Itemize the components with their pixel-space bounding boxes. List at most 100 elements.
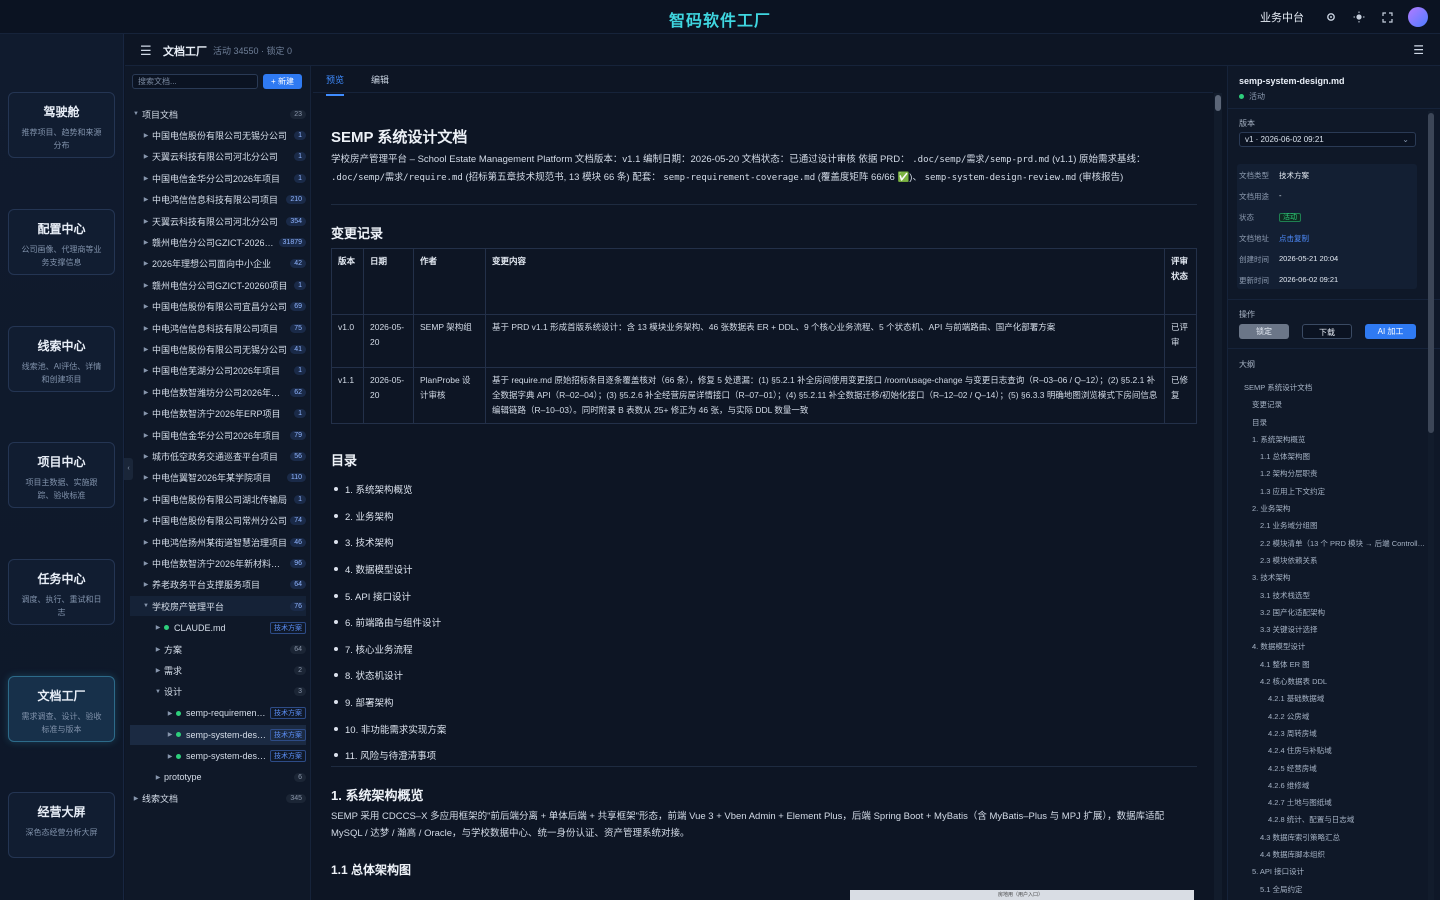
tree-item[interactable]: ▶ 中国电信股份有限公司湖北传输局 1 [130, 489, 306, 509]
nav-business-dashboard[interactable]: 经营大屏 深色态经营分析大屏 [8, 792, 115, 858]
outline-item[interactable]: 变更记录 [1239, 396, 1429, 413]
caret-right-icon[interactable]: ▶ [140, 367, 152, 374]
outline-item[interactable]: 2.2 模块清单（13 个 PRD 模块 → 后端 Controller 映射） [1239, 535, 1429, 552]
info-scroll-thumb[interactable] [1428, 113, 1434, 433]
list-icon[interactable]: ☰ [1413, 43, 1424, 57]
toc-item[interactable]: 3. 技术架构 [331, 529, 446, 556]
outline-item[interactable]: 1.3 应用上下文约定 [1239, 483, 1429, 500]
outline-item[interactable]: 3. 技术架构 [1239, 569, 1429, 586]
caret-right-icon[interactable]: ▶ [140, 260, 152, 267]
caret-right-icon[interactable]: ▶ [152, 774, 164, 781]
caret-right-icon[interactable]: ▶ [140, 239, 152, 246]
tree-folder-prototype[interactable]: ▶ prototype 6 [130, 767, 306, 787]
tree-folder-plan[interactable]: ▶ 方案 64 [130, 639, 306, 659]
caret-right-icon[interactable]: ▶ [140, 153, 152, 160]
caret-right-icon[interactable]: ▶ [164, 710, 176, 717]
caret-right-icon[interactable]: ▶ [140, 325, 152, 332]
caret-right-icon[interactable]: ▶ [152, 646, 164, 653]
toc-item[interactable]: 2. 业务架构 [331, 503, 446, 530]
download-button[interactable]: 下载 [1302, 324, 1352, 339]
outline-item[interactable]: 4.2.8 统计、配置与日志域 [1239, 811, 1429, 828]
tree-item[interactable]: ▶ 养老政务平台支撑服务项目 64 [130, 575, 306, 595]
caret-right-icon[interactable]: ▶ [140, 432, 152, 439]
lock-button[interactable]: 锁定 [1239, 324, 1289, 339]
fullscreen-icon[interactable] [1380, 10, 1394, 24]
nav-task-center[interactable]: 任务中心 调度、执行、重试和日志 [8, 559, 115, 625]
caret-right-icon[interactable]: ▶ [140, 453, 152, 460]
tree-folder-design[interactable]: ▼ 设计 3 [130, 682, 306, 702]
tree-design-file[interactable]: ▶ semp-system-design-review.md技术方案 [130, 746, 306, 766]
caret-right-icon[interactable]: ▶ [140, 410, 152, 417]
caret-right-icon[interactable]: ▶ [140, 474, 152, 481]
tree-item[interactable]: ▶ 中国电信股份有限公司宜昌分公司 69 [130, 297, 306, 317]
tree-item[interactable]: ▶ 中国电信股份有限公司无锡分公司 41 [130, 339, 306, 359]
caret-right-icon[interactable]: ▶ [140, 346, 152, 353]
tree-design-file[interactable]: ▶ semp-requirement-coverage.md技术方案 [130, 703, 306, 723]
caret-right-icon[interactable]: ▶ [140, 560, 152, 567]
settings-icon[interactable] [1324, 10, 1338, 24]
caret-right-icon[interactable]: ▶ [140, 282, 152, 289]
toc-item[interactable]: 5. API 接口设计 [331, 582, 446, 609]
tree-item[interactable]: ▶ 天翼云科技有限公司河北分公司 354 [130, 211, 306, 231]
nav-doc-factory[interactable]: 文档工厂 需求调查、设计、验收标准与版本 [8, 676, 115, 742]
nav-project-center[interactable]: 项目中心 项目主数据、实施跟踪、验收标准 [8, 442, 115, 508]
caret-down-icon[interactable]: ▼ [140, 603, 152, 609]
toc-item[interactable]: 1. 系统架构概览 [331, 476, 446, 503]
tree-file-claude[interactable]: ▶ CLAUDE.md 技术方案 [130, 618, 306, 638]
outline-item[interactable]: 4.3 数据库索引策略汇总 [1239, 829, 1429, 846]
caret-right-icon[interactable]: ▶ [140, 132, 152, 139]
doc-scrollbar[interactable] [1214, 93, 1222, 900]
tree-item[interactable]: ▶ 城市低空政务交通巡查平台项目 56 [130, 446, 306, 466]
outline-item[interactable]: 2.3 模块依赖关系 [1239, 552, 1429, 569]
tree-item[interactable]: ▶ 中国电信芜湖分公司2026年项目 1 [130, 361, 306, 381]
tree-item[interactable]: ▶ 中电信翼智2026年某学院项目 110 [130, 468, 306, 488]
tree-root-project-docs[interactable]: ▼ 项目文档 23 [130, 104, 306, 124]
outline-item[interactable]: 1. 系统架构概览 [1239, 431, 1429, 448]
toc-item[interactable]: 4. 数据模型设计 [331, 556, 446, 583]
outline-item[interactable]: 5.1 全局约定 [1239, 881, 1429, 898]
tree-root-lead-docs[interactable]: ▶ 线索文档 345 [130, 789, 306, 809]
doc-search-input[interactable]: 搜索文档... [132, 74, 258, 89]
toc-item[interactable]: 8. 状态机设计 [331, 662, 446, 689]
tree-item[interactable]: ▶ 中电鸿信信息科技有限公司项目 75 [130, 318, 306, 338]
toc-item[interactable]: 7. 核心业务流程 [331, 636, 446, 663]
outline-item[interactable]: 3.3 关键设计选择 [1239, 621, 1429, 638]
copy-address-link[interactable]: 点击复制 [1279, 233, 1309, 244]
outline-item[interactable]: 1.2 架构分层职责 [1239, 465, 1429, 482]
caret-right-icon[interactable]: ▶ [140, 496, 152, 503]
collapse-panel-handle[interactable]: ‹ [124, 458, 133, 480]
caret-right-icon[interactable]: ▶ [140, 218, 152, 225]
user-avatar[interactable] [1408, 7, 1428, 27]
outline-item[interactable]: 4.4 数据库脚本组织 [1239, 846, 1429, 863]
toc-item[interactable]: 11. 风险与待澄清事项 [331, 742, 446, 769]
business-platform-link[interactable]: 业务中台 [1260, 9, 1304, 25]
tree-item[interactable]: ▶ 中国电信金华分公司2026年项目 1 [130, 168, 306, 188]
tree-item[interactable]: ▶ 赣州电信分公司GZICT-20260项目 1 [130, 275, 306, 295]
outline-item[interactable]: 4.2.7 土地与图纸域 [1239, 794, 1429, 811]
outline-item[interactable]: SEMP 系统设计文档 [1239, 379, 1429, 396]
outline-item[interactable]: 1.1 总体架构图 [1239, 448, 1429, 465]
theme-icon[interactable] [1352, 10, 1366, 24]
outline-item[interactable]: 4.1 整体 ER 图 [1239, 656, 1429, 673]
toc-item[interactable]: 9. 部署架构 [331, 689, 446, 716]
nav-cockpit[interactable]: 驾驶舱 推荐项目、趋势和来源分布 [8, 92, 115, 158]
caret-right-icon[interactable]: ▶ [140, 389, 152, 396]
caret-down-icon[interactable]: ▼ [152, 689, 164, 695]
tree-item[interactable]: ▶ 赣州电信分公司GZICT-2026项目 31879 [130, 232, 306, 252]
caret-right-icon[interactable]: ▶ [152, 667, 164, 674]
caret-right-icon[interactable]: ▶ [140, 539, 152, 546]
tree-item[interactable]: ▶ 中电信数智潍坊分公司2026年项目 62 [130, 382, 306, 402]
outline-item[interactable]: 4.2.6 维修域 [1239, 777, 1429, 794]
outline-item[interactable]: 4.2.1 基础数据域 [1239, 690, 1429, 707]
tree-item[interactable]: ▶ 中国电信金华分公司2026年项目 79 [130, 425, 306, 445]
version-select[interactable]: v1 · 2026-06-02 09:21 ⌄ [1239, 132, 1416, 147]
outline-item[interactable]: 4.2.2 公房域 [1239, 708, 1429, 725]
toc-item[interactable]: 10. 非功能需求实现方案 [331, 715, 446, 742]
caret-right-icon[interactable]: ▶ [140, 175, 152, 182]
caret-right-icon[interactable]: ▶ [140, 196, 152, 203]
outline-item[interactable]: 4.2.5 经营房域 [1239, 760, 1429, 777]
outline-item[interactable]: 2. 业务架构 [1239, 500, 1429, 517]
caret-right-icon[interactable]: ▶ [140, 517, 152, 524]
outline-item[interactable]: 目录 [1239, 414, 1429, 431]
menu-icon[interactable]: ☰ [140, 43, 152, 59]
